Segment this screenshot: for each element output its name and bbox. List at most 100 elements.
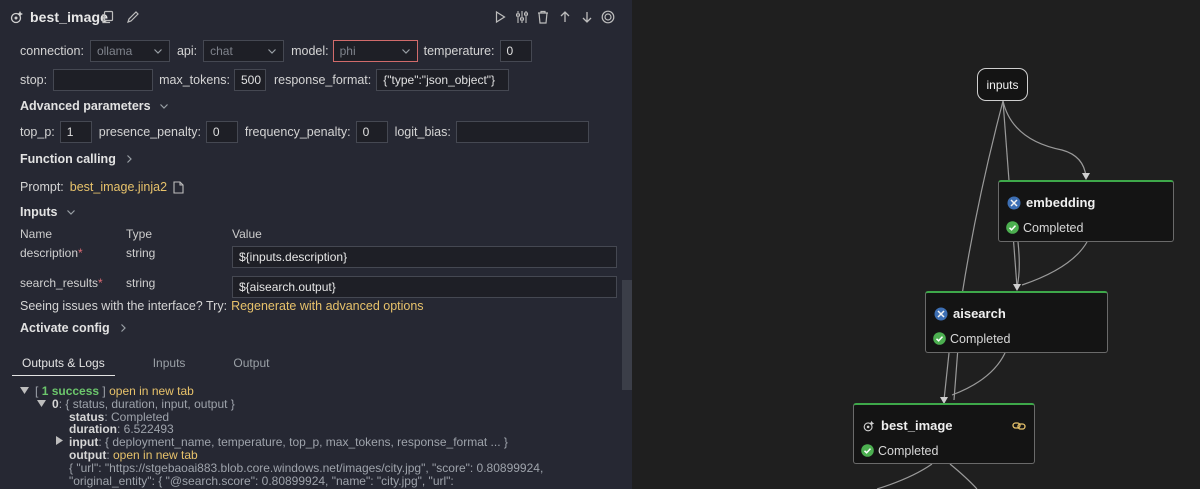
- col-header-type: Type: [126, 227, 153, 241]
- edge-embedding-aisearch-a: [1016, 241, 1020, 288]
- graph-node-embedding[interactable]: embedding Completed: [998, 180, 1174, 242]
- llm-icon: [863, 420, 875, 432]
- panel-titlebar: best_image: [0, 0, 632, 34]
- node-title: best_image: [30, 9, 109, 25]
- edge-aisearch-best-image-a: [943, 352, 950, 401]
- chevron-down-icon: [401, 49, 410, 54]
- settings-sliders-icon[interactable]: [515, 10, 529, 24]
- node-title-aisearch: aisearch: [953, 306, 1006, 321]
- flow-graph-canvas[interactable]: inputs embedding Completed aisearch Comp…: [632, 0, 1200, 489]
- activate-config-title: Activate config: [20, 321, 110, 335]
- edit-icon[interactable]: [126, 10, 140, 24]
- chevron-down-icon: [66, 210, 75, 215]
- check-circle-icon: [1006, 221, 1019, 234]
- params-row-2: stop: max_tokens: 500 response_format: {…: [20, 69, 510, 91]
- issues-text: Seeing issues with the interface? Try:: [20, 299, 228, 313]
- graph-node-aisearch[interactable]: aisearch Completed: [925, 291, 1108, 353]
- output-tabs: Outputs & Logs Inputs Output: [12, 352, 307, 376]
- inputs-section-toggle[interactable]: Inputs: [20, 205, 76, 219]
- panel-scrollbar[interactable]: [622, 280, 632, 390]
- frequency-penalty-input[interactable]: 0: [355, 121, 388, 143]
- node-status-embedding: Completed: [1023, 221, 1084, 235]
- stop-label: stop:: [20, 73, 48, 87]
- max-tokens-input[interactable]: 500: [233, 69, 266, 91]
- stop-input[interactable]: [53, 69, 154, 91]
- advanced-parameters-title: Advanced parameters: [20, 99, 151, 113]
- output-open-in-new-tab-link[interactable]: open in new tab: [113, 448, 198, 462]
- advanced-params-row: top_p: 1 presence_penalty: 0 frequency_p…: [20, 121, 589, 143]
- arrow-head: [1013, 284, 1021, 291]
- temperature-input[interactable]: 0: [499, 40, 532, 62]
- top-p-label: top_p:: [20, 125, 55, 139]
- prompt-file-link[interactable]: best_image.jinja2: [70, 180, 167, 194]
- arrow-head: [1082, 173, 1090, 180]
- log-duration: duration: 6.522493: [69, 422, 174, 436]
- tab-inputs[interactable]: Inputs: [143, 352, 196, 376]
- python-icon: [1007, 196, 1021, 210]
- collapse-triangle-icon[interactable]: [37, 399, 46, 408]
- params-row-1: connection: ollama api: chat model: phi …: [20, 40, 532, 62]
- input-type-search-results: string: [126, 276, 156, 290]
- col-header-name: Name: [20, 227, 53, 241]
- edge-best-image-out-a: [876, 463, 933, 489]
- file-icon[interactable]: [173, 180, 184, 194]
- node-title-embedding: embedding: [1026, 195, 1096, 210]
- chevron-right-icon: [126, 155, 132, 163]
- check-circle-icon: [933, 332, 946, 345]
- log-output-line-2: "original_entity": { "@search.score": 0.…: [69, 474, 454, 488]
- model-value: phi: [339, 44, 356, 58]
- graph-node-inputs[interactable]: inputs: [977, 68, 1028, 101]
- link-icon[interactable]: [1012, 420, 1026, 432]
- activate-config-toggle[interactable]: Activate config: [20, 321, 128, 335]
- input-value-description[interactable]: ${inputs.description}: [232, 246, 617, 268]
- function-calling-toggle[interactable]: Function calling: [20, 152, 134, 166]
- tab-outputs-logs[interactable]: Outputs & Logs: [12, 352, 115, 376]
- graph-node-best-image[interactable]: best_image Completed: [853, 403, 1035, 464]
- llm-node-icon: [10, 11, 23, 24]
- advanced-parameters-toggle[interactable]: Advanced parameters: [20, 99, 169, 113]
- connection-select[interactable]: ollama: [89, 40, 170, 62]
- response-format-label: response_format:: [273, 73, 372, 87]
- chevron-right-icon: [120, 324, 126, 332]
- presence-penalty-input[interactable]: 0: [205, 121, 238, 143]
- api-label: api:: [176, 44, 198, 58]
- logit-bias-label: logit_bias:: [394, 125, 451, 139]
- prompt-row: Prompt: best_image.jinja2: [20, 176, 184, 198]
- inputs-section-title: Inputs: [20, 205, 58, 219]
- regenerate-link[interactable]: Regenerate with advanced options: [231, 299, 424, 313]
- edge-inputs-best-image: [953, 100, 1004, 401]
- log-summary: [ 1 success ] open in new tab: [35, 384, 194, 398]
- delete-icon[interactable]: [536, 10, 550, 24]
- run-icon[interactable]: [493, 10, 507, 24]
- success-count: 1 success: [41, 384, 100, 398]
- input-name-search-results: search_results*: [20, 276, 103, 290]
- model-select[interactable]: phi: [332, 40, 418, 62]
- copy-icon[interactable]: [101, 10, 115, 24]
- input-type-description: string: [126, 246, 156, 260]
- expand-triangle-icon[interactable]: [55, 436, 63, 445]
- col-header-value: Value: [232, 227, 262, 241]
- move-up-icon[interactable]: [558, 10, 572, 24]
- target-icon[interactable]: [601, 10, 615, 24]
- api-select[interactable]: chat: [203, 40, 285, 62]
- prompt-label: Prompt:: [20, 180, 64, 194]
- log-input: input: { deployment_name, temperature, t…: [69, 435, 508, 449]
- tab-output[interactable]: Output: [223, 352, 279, 376]
- collapse-triangle-icon[interactable]: [20, 386, 29, 395]
- python-icon: [934, 307, 948, 321]
- log-item-0: 0: { status, duration, input, output }: [52, 397, 235, 411]
- move-down-icon[interactable]: [580, 10, 594, 24]
- chevron-down-icon: [159, 104, 168, 109]
- chevron-down-icon: [268, 49, 277, 54]
- input-name-description: description*: [20, 246, 83, 260]
- response-format-input[interactable]: {"type":"json_object"}: [376, 69, 510, 91]
- max-tokens-label: max_tokens:: [159, 73, 230, 87]
- edge-embedding-aisearch-b: [1021, 241, 1088, 286]
- open-in-new-tab-link[interactable]: open in new tab: [109, 384, 194, 398]
- logit-bias-input[interactable]: [455, 121, 589, 143]
- presence-penalty-label: presence_penalty:: [98, 125, 201, 139]
- top-p-input[interactable]: 1: [59, 121, 92, 143]
- chevron-down-icon: [154, 49, 162, 54]
- api-value: chat: [210, 44, 233, 58]
- connection-value: ollama: [96, 44, 133, 58]
